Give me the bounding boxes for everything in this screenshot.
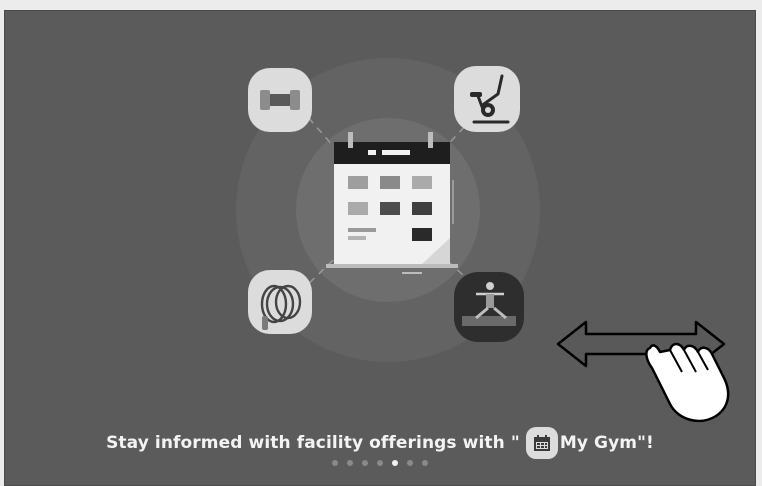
- page-dot-5[interactable]: [392, 460, 398, 466]
- page-dot-7[interactable]: [422, 460, 428, 466]
- dumbbell-icon: [248, 68, 312, 132]
- page-dot-4[interactable]: [377, 460, 383, 466]
- calendar-icon: [525, 427, 558, 459]
- exercise-bike-icon: [454, 66, 520, 132]
- page-dot-2[interactable]: [347, 460, 353, 466]
- caption-suffix: "!: [637, 433, 654, 453]
- onboarding-screen[interactable]: Stay informed with facility offerings wi…: [4, 10, 756, 486]
- page-indicator: [4, 460, 756, 466]
- caption-prefix: Stay informed with facility offerings wi…: [106, 433, 520, 453]
- page-dot-6[interactable]: [407, 460, 413, 466]
- yoga-pose-icon: [454, 272, 524, 342]
- jump-rope-icon: [248, 270, 312, 334]
- caption: Stay informed with facility offerings wi…: [4, 427, 756, 459]
- app-name: My Gym: [559, 433, 638, 453]
- swipe-hand-icon: [556, 320, 730, 423]
- page-dot-3[interactable]: [362, 460, 368, 466]
- page-dot-1[interactable]: [332, 460, 338, 466]
- calendar-icon: [326, 132, 458, 274]
